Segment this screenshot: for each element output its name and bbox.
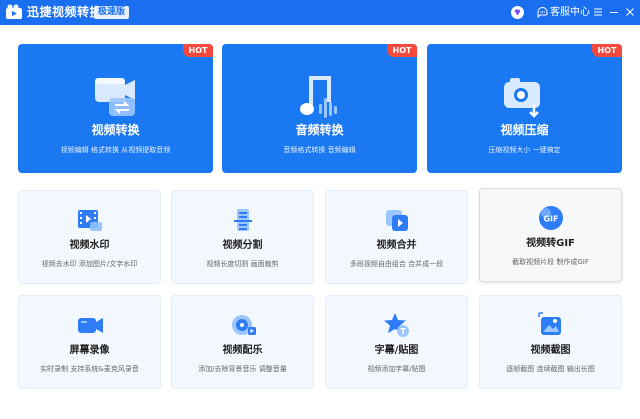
tool-video-split[interactable]: 视频分割 视频长度切割 画面裁剪 [171, 190, 314, 284]
tool-video-to-gif[interactable]: GIF 视频转GIF 截取视频片段 制作成GIF [479, 188, 622, 282]
tool-subtitle-sticker[interactable]: T 字幕/贴图 视频添加字幕/贴图 [325, 295, 468, 389]
audio-convert-card[interactable]: HOT 音频转换 音频格式转换 音频编辑 [222, 44, 417, 173]
merge-icon [386, 210, 408, 231]
tool-title: 视频转GIF [526, 238, 575, 249]
tool-description: 添加/去除背景音乐 调整音量 [198, 365, 287, 373]
tool-title: 视频水印 [69, 240, 110, 251]
tool-video-screenshot[interactable]: 视频截图 逐帧截图 连续截图 输出长图 [479, 295, 622, 389]
music-note-icon [300, 76, 337, 118]
tool-title: 字幕/贴图 [374, 345, 419, 356]
menu-icon[interactable] [593, 7, 603, 17]
video-convert-icon [95, 78, 135, 116]
tool-description: 截取视频片段 制作成GIF [512, 258, 589, 266]
title-bar: 迅捷视频转换器 极速版 客服中心 [0, 0, 640, 25]
hot-badge: HOT [592, 44, 622, 57]
video-compress-card[interactable]: HOT 视频压缩 压缩视频大小 一键搞定 [427, 44, 622, 173]
card-description: 压缩视频大小 一键搞定 [488, 146, 561, 154]
tool-title: 视频分割 [222, 240, 263, 251]
star-sticker-icon: T [384, 313, 409, 337]
tool-screen-record[interactable]: 屏幕录像 实时录制 支持系统&麦克风录音 [18, 295, 161, 389]
film-watermark-icon [78, 210, 102, 231]
tool-description: 逐帧截图 连续截图 输出长图 [506, 365, 595, 373]
app-logo-icon [6, 4, 22, 19]
gif-icon: GIF [539, 206, 563, 230]
subtitle-letter: T [400, 327, 406, 336]
split-icon [234, 209, 252, 231]
tool-description: 视频长度切割 画面裁剪 [206, 260, 279, 268]
video-convert-card[interactable]: HOT 视频转换 视频编辑 格式转换 从视频提取音频 [18, 44, 213, 173]
vip-diamond-icon[interactable] [511, 6, 524, 19]
close-icon[interactable] [625, 7, 635, 17]
tool-description: 视频去水印 添加图片/文字水印 [41, 260, 138, 268]
camera-compress-icon [504, 78, 540, 118]
tool-video-watermark[interactable]: 视频水印 视频去水印 添加图片/文字水印 [18, 190, 161, 284]
tool-title: 视频配乐 [222, 345, 263, 356]
card-title: 视频转换 [91, 123, 140, 137]
customer-service-link[interactable]: 客服中心 [550, 6, 590, 19]
hot-badge: HOT [183, 44, 213, 57]
minimize-icon[interactable] [609, 7, 619, 17]
tool-title: 视频合并 [376, 240, 417, 251]
customer-service-icon[interactable] [537, 7, 548, 18]
tool-description: 视频添加字幕/贴图 [367, 365, 426, 373]
tool-description: 多段视频自由组合 合并成一段 [349, 260, 444, 268]
gif-label: GIF [543, 215, 558, 224]
image-capture-icon [538, 312, 561, 335]
screen-record-icon [78, 318, 103, 333]
card-title: 视频压缩 [500, 123, 549, 137]
tool-title: 视频截图 [530, 345, 571, 356]
hot-badge: HOT [387, 44, 417, 57]
edition-badge: 极速版 [94, 6, 130, 19]
card-title: 音频转换 [295, 123, 344, 137]
music-disc-icon [232, 315, 256, 335]
tool-video-music[interactable]: 视频配乐 添加/去除背景音乐 调整音量 [171, 295, 314, 389]
tool-title: 屏幕录像 [69, 345, 110, 356]
card-description: 视频编辑 格式转换 从视频提取音频 [60, 146, 171, 154]
tool-description: 实时录制 支持系统&麦克风录音 [40, 365, 139, 373]
tool-video-merge[interactable]: 视频合并 多段视频自由组合 合并成一段 [325, 190, 468, 284]
card-description: 音频格式转换 音频编辑 [283, 146, 356, 154]
